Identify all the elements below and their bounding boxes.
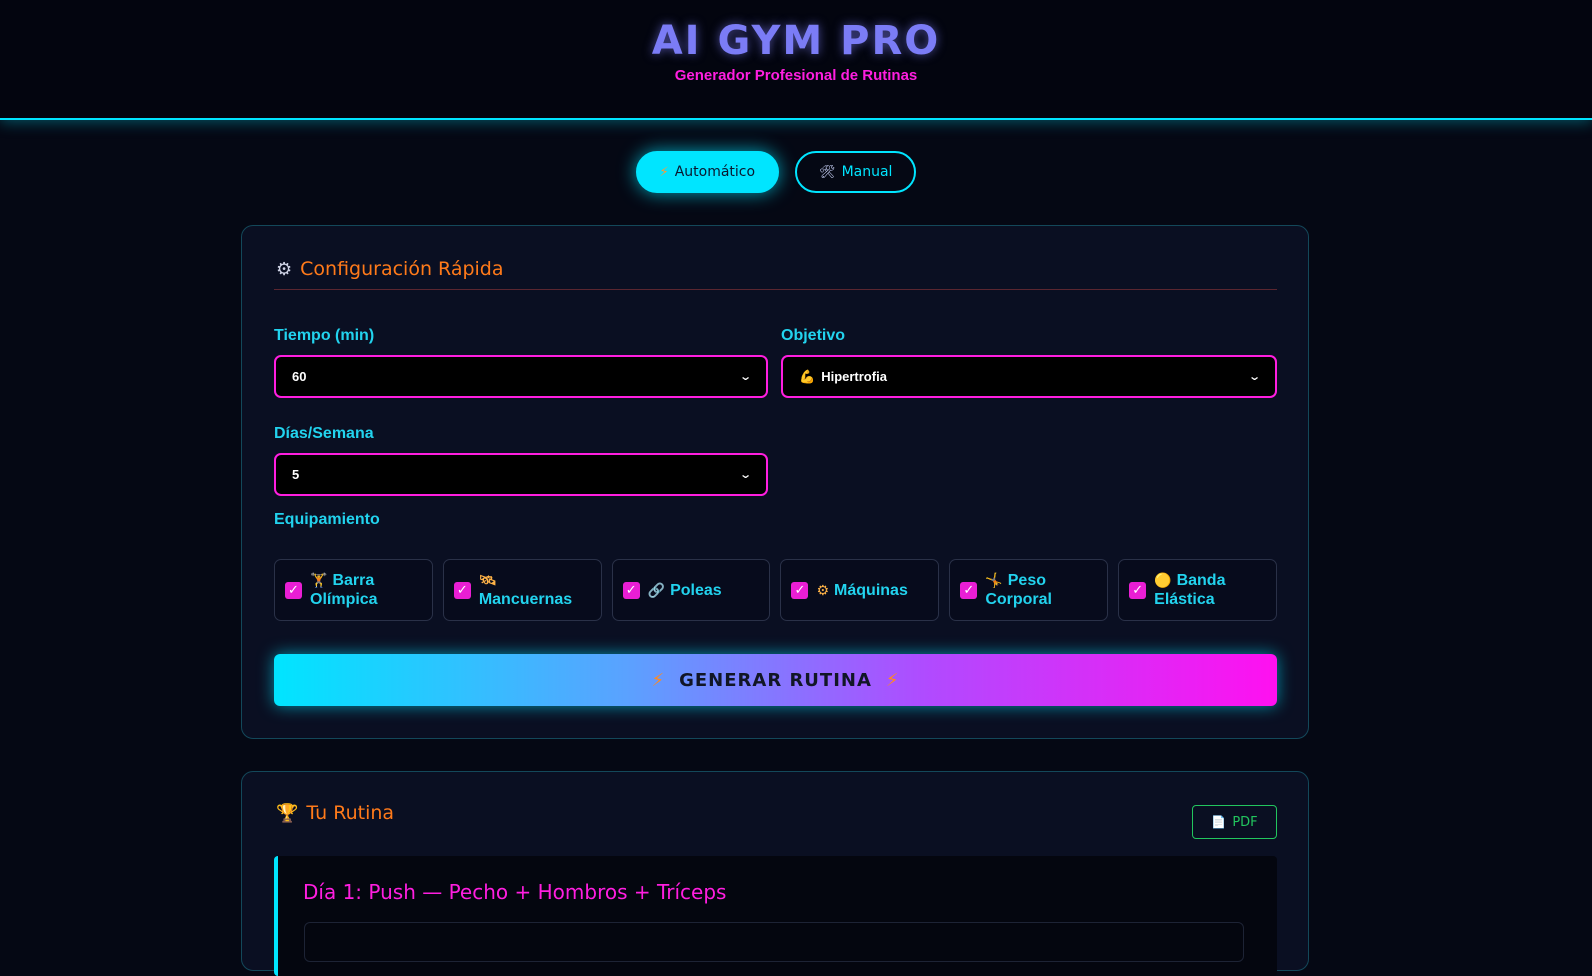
equipment-label-wrap: 🔗 Poleas [648, 581, 722, 600]
equipment-list: ✓ 🏋 Barra Olímpica ✓ 🛰 Mancuernas ✓ 🔗 Polea… [274, 559, 1277, 621]
equipment-item-label: Máquinas [834, 581, 908, 599]
lightning-icon: ⚡ [885, 669, 900, 691]
lightning-icon: ⚡ [651, 669, 666, 691]
trophy-icon: 🏆 [276, 802, 299, 824]
cartwheel-icon: 🤸 [985, 572, 1003, 588]
app-header: AI GYM PRO Generador Profesional de Ruti… [0, 0, 1592, 120]
equipment-mancuernas[interactable]: ✓ 🛰 Mancuernas [442, 559, 602, 621]
checkbox-checked[interactable]: ✓ [453, 581, 471, 599]
equipment-label-wrap: 🤸 Peso Corporal [985, 571, 1097, 609]
flexed-biceps-icon: 💪 [799, 368, 816, 384]
pdf-button-label: PDF [1232, 814, 1258, 830]
day-block: Día 1: Push — Pecho + Hombros + Tríceps [274, 856, 1277, 976]
equipment-peso-corporal[interactable]: ✓ 🤸 Peso Corporal [949, 559, 1109, 621]
gear-icon: ⚙ [276, 258, 293, 280]
equipment-label-wrap: 🟡 Banda Elástica [1154, 571, 1266, 609]
yellow-circle-icon: 🟡 [1154, 572, 1172, 588]
chevron-down-icon: ⌄ [738, 371, 752, 383]
time-select-value: 60 [292, 369, 307, 384]
chevron-down-icon: ⌄ [1247, 371, 1261, 383]
config-title-text: Configuración Rápida [300, 258, 504, 280]
automatic-mode-label: Automático [674, 164, 756, 180]
time-select[interactable]: 60 ⌄ [274, 355, 768, 398]
equipment-label-wrap: 🏋 Barra Olímpica [310, 571, 422, 609]
satellite-icon: 🛰 [478, 572, 497, 588]
day-title: Día 1: Push — Pecho + Hombros + Tríceps [303, 880, 727, 904]
app-subtitle: Generador Profesional de Rutinas [674, 67, 918, 84]
goal-select-value: Hipertrofia [821, 369, 887, 384]
app-title: AI GYM PRO [651, 18, 941, 64]
equipment-poleas[interactable]: ✓ 🔗 Poleas [611, 559, 771, 621]
gear-icon: ⚙ [816, 581, 830, 598]
routine-title-text: Tu Rutina [306, 802, 395, 824]
equipment-barra-olimpica[interactable]: ✓ 🏋 Barra Olímpica [274, 559, 433, 621]
checkbox-checked[interactable]: ✓ [791, 581, 809, 599]
exercise-list [304, 922, 1244, 962]
equipment-banda-elastica[interactable]: ✓ 🟡 Banda Elástica [1118, 559, 1277, 621]
equipment-label-wrap: ⚙ Máquinas [816, 581, 907, 600]
config-card: ⚙ Configuración Rápida Tiempo (min) 60 ⌄… [241, 225, 1309, 739]
time-label: Tiempo (min) [274, 327, 375, 344]
config-divider [274, 289, 1277, 290]
routine-title: 🏆 Tu Rutina [276, 802, 394, 824]
equipment-label-wrap: 🛰 Mancuernas [479, 571, 591, 609]
checkbox-checked[interactable]: ✓ [285, 581, 302, 599]
document-icon: 📄 [1211, 815, 1227, 829]
lightning-icon: ⚡ [659, 164, 669, 180]
config-title: ⚙ Configuración Rápida [276, 258, 504, 280]
manual-mode-label: Manual [841, 164, 893, 180]
chevron-down-icon: ⌄ [738, 469, 752, 481]
equipment-item-label: Poleas [670, 581, 722, 599]
tools-icon: 🛠 [819, 164, 836, 180]
generate-routine-label: GENERAR RUTINA [679, 669, 872, 691]
checkbox-checked[interactable]: ✓ [622, 581, 640, 599]
pdf-button[interactable]: 📄 PDF [1192, 805, 1277, 839]
weightlifter-icon: 🏋 [310, 572, 328, 588]
checkbox-checked[interactable]: ✓ [1129, 581, 1147, 599]
days-label: Días/Semana [274, 425, 374, 442]
equipment-maquinas[interactable]: ✓ ⚙ Máquinas [780, 559, 940, 621]
days-select-value: 5 [292, 467, 300, 482]
equipment-item-label: Mancuernas [478, 591, 573, 608]
generate-routine-button[interactable]: ⚡ GENERAR RUTINA ⚡ [274, 654, 1277, 706]
routine-card: 🏆 Tu Rutina 📄 PDF Día 1: Push — Pecho + … [241, 771, 1309, 976]
goal-select-value-wrap: 💪 Hipertrofia [799, 369, 1250, 385]
mode-switch: ⚡ Automático 🛠 Manual [0, 151, 1552, 193]
days-select[interactable]: 5 ⌄ [274, 453, 768, 496]
goal-select[interactable]: 💪 Hipertrofia ⌄ [781, 355, 1277, 398]
checkbox-checked[interactable]: ✓ [960, 581, 978, 599]
link-icon: 🔗 [647, 581, 666, 598]
manual-mode-button[interactable]: 🛠 Manual [795, 151, 917, 193]
goal-label: Objetivo [781, 327, 846, 344]
automatic-mode-button[interactable]: ⚡ Automático [635, 151, 780, 193]
equipment-label: Equipamiento [274, 511, 380, 528]
